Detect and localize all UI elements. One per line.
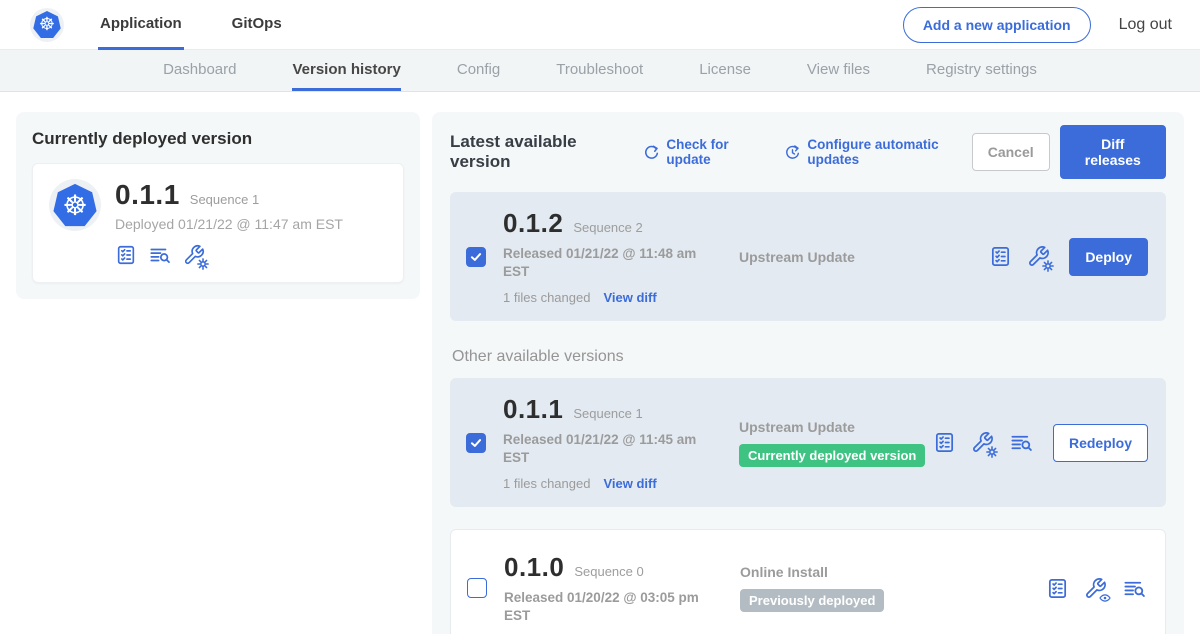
tab-gitops[interactable]: GitOps: [230, 0, 284, 50]
tab-view-files[interactable]: View files: [807, 50, 870, 91]
files-changed-label: 1 files changed: [503, 290, 590, 305]
version-row-0-1-2: 0.1.2 Sequence 2 Released 01/21/22 @ 11:…: [450, 192, 1166, 321]
diff-releases-button[interactable]: Diff releases: [1060, 125, 1166, 179]
view-diff-link[interactable]: View diff: [603, 476, 656, 491]
logout-link[interactable]: Log out: [1119, 16, 1172, 34]
tab-config[interactable]: Config: [457, 50, 500, 91]
previously-deployed-badge: Previously deployed: [740, 589, 884, 612]
preflight-checks-icon[interactable]: [989, 245, 1012, 268]
version-row-0-1-1: 0.1.1 Sequence 1 Released 01/21/22 @ 11:…: [450, 378, 1166, 507]
sequence-label: Sequence 2: [573, 220, 642, 235]
sequence-label: Sequence 1: [573, 406, 642, 421]
tab-application[interactable]: Application: [98, 0, 184, 50]
add-new-application-button[interactable]: Add a new application: [903, 7, 1091, 43]
schedule-update-icon: [784, 144, 801, 161]
version-source-label: Upstream Update: [739, 249, 989, 265]
version-checkbox[interactable]: [466, 247, 486, 267]
deployed-version-card: ☸ 0.1.1 Sequence 1 Deployed 01/21/22 @ 1…: [32, 163, 404, 283]
version-history-panel: Latest available version Check for updat…: [432, 112, 1184, 634]
tab-version-history[interactable]: Version history: [292, 50, 400, 91]
edit-config-icon[interactable]: [1027, 245, 1050, 268]
version-number: 0.1.1: [503, 394, 563, 425]
tab-troubleshoot[interactable]: Troubleshoot: [556, 50, 643, 91]
tab-dashboard[interactable]: Dashboard: [163, 50, 236, 91]
app-kubernetes-icon: ☸: [49, 179, 101, 231]
gear-icon: [986, 445, 998, 457]
version-checkbox[interactable]: [466, 433, 486, 453]
version-source-label: Upstream Update: [739, 419, 933, 435]
version-row-0-1-0: 0.1.0 Sequence 0 Released 01/20/22 @ 03:…: [450, 529, 1166, 634]
kubernetes-logo-icon: ☸: [30, 8, 64, 42]
deployed-sequence-label: Sequence 1: [190, 192, 259, 207]
redeploy-button[interactable]: Redeploy: [1053, 424, 1148, 462]
eye-icon: [1099, 591, 1111, 603]
files-changed-label: 1 files changed: [503, 476, 590, 491]
preflight-checks-icon[interactable]: [1046, 577, 1069, 600]
gear-icon: [1042, 259, 1054, 271]
currently-deployed-title: Currently deployed version: [32, 129, 404, 149]
tab-registry-settings[interactable]: Registry settings: [926, 50, 1037, 91]
version-number: 0.1.0: [504, 552, 564, 583]
other-available-versions-label: Other available versions: [452, 348, 1164, 366]
released-timestamp: Released 01/20/22 @ 03:05 pm EST: [504, 589, 702, 624]
gear-icon: [197, 257, 209, 269]
released-timestamp: Released 01/21/22 @ 11:48 am EST: [503, 245, 701, 280]
sequence-label: Sequence 0: [574, 564, 643, 579]
cancel-button[interactable]: Cancel: [972, 133, 1050, 171]
released-timestamp: Released 01/21/22 @ 11:45 am EST: [503, 431, 701, 466]
latest-available-title: Latest available version: [450, 132, 621, 172]
edit-config-icon[interactable]: [183, 244, 205, 266]
version-checkbox[interactable]: [467, 578, 487, 598]
currently-deployed-badge: Currently deployed version: [739, 444, 925, 467]
tab-license[interactable]: License: [699, 50, 751, 91]
view-config-icon[interactable]: [1084, 577, 1107, 600]
currently-deployed-panel: Currently deployed version ☸ 0.1.1 Seque…: [16, 112, 420, 299]
top-navigation: ☸ Application GitOps Add a new applicati…: [0, 0, 1200, 50]
view-diff-link[interactable]: View diff: [603, 290, 656, 305]
preflight-checks-icon[interactable]: [933, 431, 956, 454]
preflight-checks-icon[interactable]: [115, 244, 137, 266]
app-sub-navigation: Dashboard Version history Config Trouble…: [0, 50, 1200, 92]
configure-automatic-updates-link[interactable]: Configure automatic updates: [784, 137, 971, 167]
deploy-logs-icon[interactable]: [1122, 577, 1147, 600]
refresh-icon: [643, 144, 660, 161]
version-source-label: Online Install: [740, 564, 1046, 580]
deployed-version-number: 0.1.1: [115, 179, 180, 211]
edit-config-icon[interactable]: [971, 431, 994, 454]
check-for-update-link[interactable]: Check for update: [643, 137, 762, 167]
version-number: 0.1.2: [503, 208, 563, 239]
deployed-timestamp: Deployed 01/21/22 @ 11:47 am EST: [115, 216, 343, 232]
top-nav-tabs: Application GitOps: [98, 0, 330, 50]
deploy-logs-icon[interactable]: [148, 244, 172, 266]
deploy-button[interactable]: Deploy: [1069, 238, 1148, 276]
deploy-logs-icon[interactable]: [1009, 431, 1034, 454]
